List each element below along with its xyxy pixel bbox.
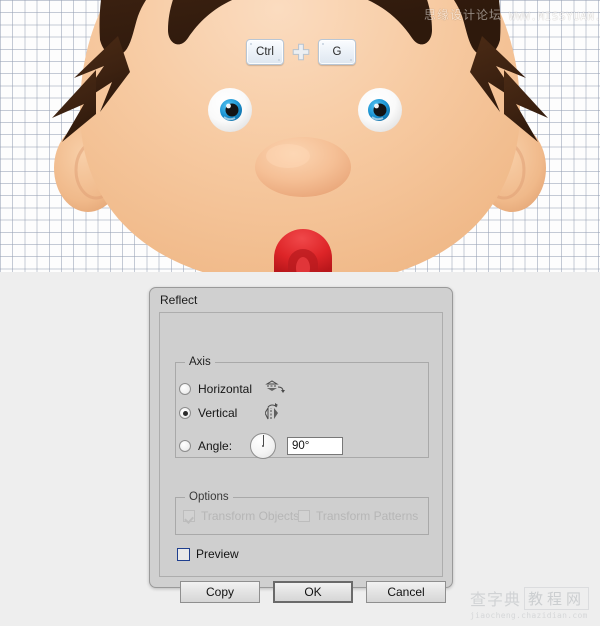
illustrator-artboard[interactable]: Ctrl G — [0, 0, 600, 272]
watermark-bottom: 查字典 教程网 jiaocheng.chazidian.com — [470, 586, 590, 620]
axis-group-legend: Axis — [189, 356, 211, 368]
dialog-body: Axis Horizontal Vertical Angle: 90° Opti… — [159, 312, 446, 603]
checkbox-preview-label: Preview — [196, 547, 239, 561]
checkbox-transform-objects: Transform Objects — [183, 509, 299, 523]
checkbox-preview[interactable]: Preview — [177, 547, 239, 561]
reflect-horizontal-icon — [265, 380, 285, 393]
angle-dial-icon[interactable] — [250, 433, 276, 459]
checkbox-transform-patterns: Transform Patterns — [298, 509, 418, 523]
reflect-vertical-icon — [265, 403, 278, 420]
checkbox-preview-box[interactable] — [177, 547, 190, 561]
keycap-g: G — [318, 39, 356, 65]
ok-button[interactable]: OK — [273, 581, 353, 603]
radio-axis-vertical[interactable]: Vertical — [179, 405, 237, 421]
radio-vertical-indicator[interactable] — [179, 407, 191, 419]
eye-left — [208, 88, 252, 132]
screenshot-root: Ctrl G 思缘设计论坛 WWW.MISSYUAN.COM 查字典 教程网 j… — [0, 0, 600, 626]
angle-dial-hub — [262, 445, 264, 447]
checkbox-transform-objects-box — [183, 510, 195, 522]
radio-angle-label: Angle: — [198, 439, 233, 453]
options-group-legend: Options — [189, 491, 229, 503]
checkbox-transform-patterns-box — [298, 510, 310, 522]
copy-button[interactable]: Copy — [180, 581, 260, 603]
radio-horizontal-label: Horizontal — [198, 382, 253, 396]
eye-right — [358, 88, 402, 132]
keyboard-shortcut-hint: Ctrl G — [246, 39, 356, 65]
radio-horizontal-indicator[interactable] — [179, 383, 191, 395]
watermark-bottom-cn1: 查字典 — [470, 590, 522, 609]
radio-vertical-label: Vertical — [198, 406, 238, 420]
dialog-title: Reflect — [160, 293, 198, 307]
plus-icon — [292, 43, 310, 61]
watermark-bottom-cn2: 教程网 — [524, 586, 590, 610]
radio-axis-horizontal[interactable]: Horizontal — [179, 381, 252, 397]
radio-axis-angle[interactable]: Angle: — [179, 438, 232, 454]
watermark-bottom-url: jiaocheng.chazidian.com — [470, 611, 588, 620]
angle-input[interactable] — [287, 437, 343, 455]
checkbox-transform-patterns-label: Transform Patterns — [316, 509, 419, 523]
checkbox-transform-objects-label: Transform Objects — [201, 509, 300, 523]
reflect-dialog[interactable]: Reflect Axis Horizontal Vertical Angle: … — [149, 287, 453, 603]
cancel-button[interactable]: Cancel — [366, 581, 446, 603]
nose — [255, 137, 351, 197]
radio-angle-indicator[interactable] — [179, 440, 191, 452]
keycap-ctrl: Ctrl — [246, 39, 284, 65]
